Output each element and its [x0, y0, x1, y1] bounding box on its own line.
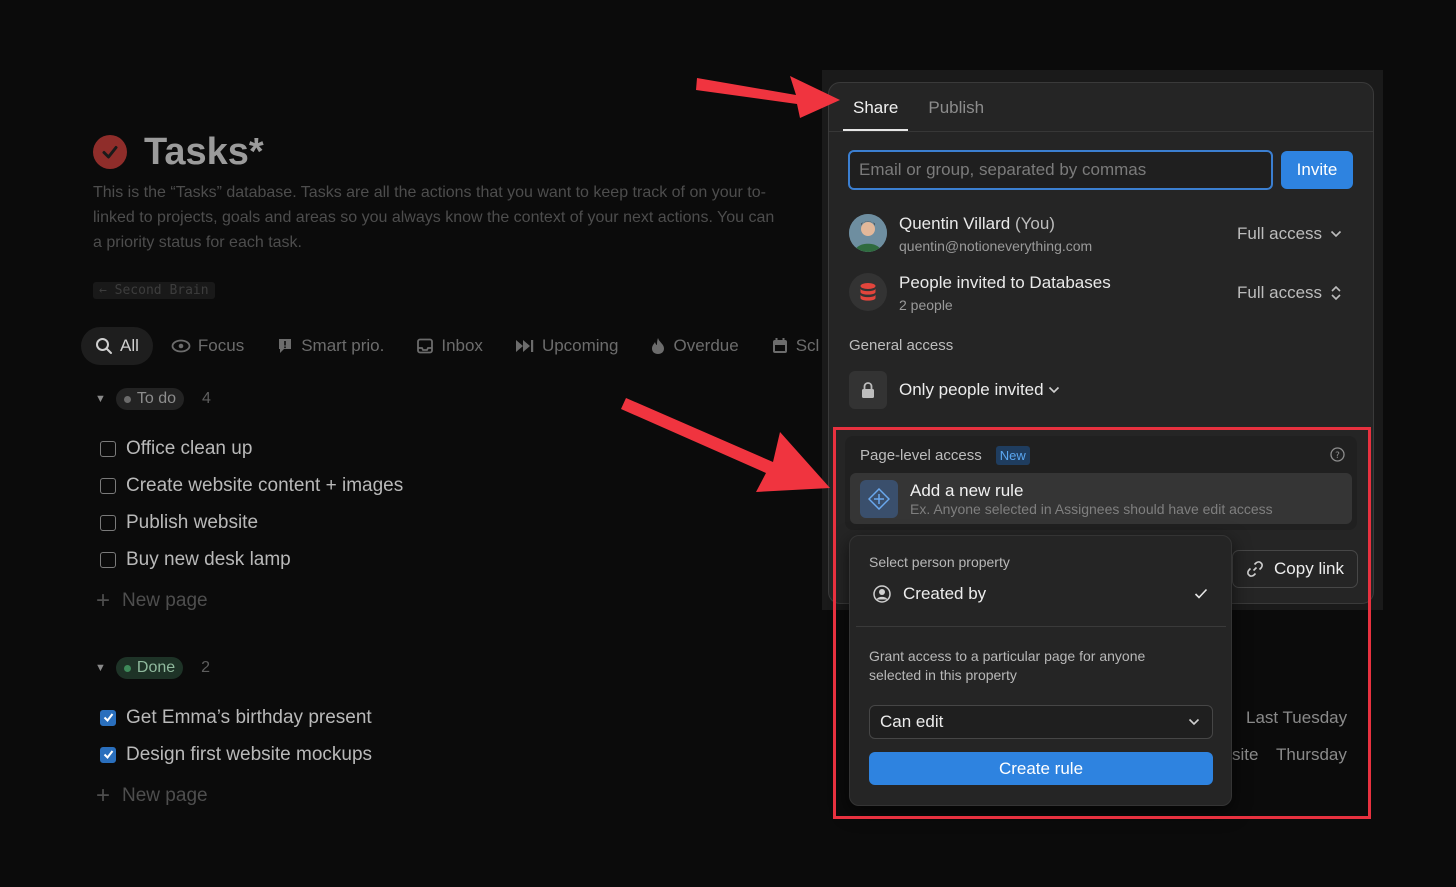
arrow-icon — [696, 76, 840, 118]
arrow-icon — [621, 398, 830, 492]
annotation-arrows — [621, 76, 840, 492]
